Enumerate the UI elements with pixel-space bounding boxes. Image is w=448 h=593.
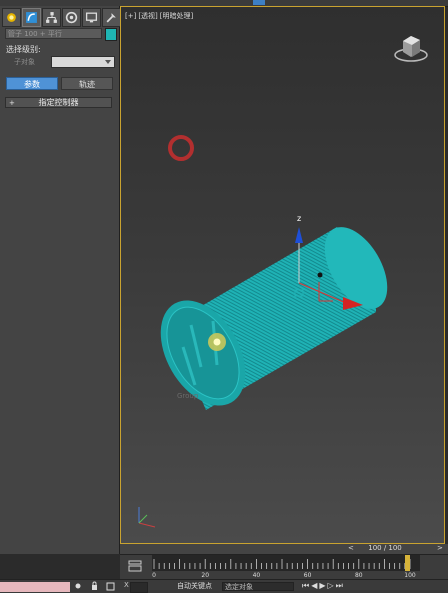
selection-level-label: 选择级别: bbox=[6, 45, 41, 54]
lock-icons bbox=[75, 581, 115, 591]
active-menu-highlight[interactable] bbox=[253, 0, 265, 5]
curve-editor-icon[interactable] bbox=[128, 559, 142, 573]
viewport-scene: z Group bbox=[138, 135, 400, 528]
trackbar-tick-label: 80 bbox=[355, 572, 363, 579]
maxscript-listener[interactable] bbox=[0, 582, 70, 592]
command-panel-tabs bbox=[2, 8, 121, 28]
display-icon bbox=[85, 12, 98, 23]
parameters-button[interactable]: 参数 bbox=[6, 77, 58, 90]
trackbar-tick-label: 20 bbox=[201, 572, 209, 579]
tube-mesh[interactable] bbox=[143, 217, 400, 421]
auto-key-button[interactable]: 自动关键点 bbox=[177, 581, 212, 591]
time-slider-range[interactable]: 100 / 100 bbox=[355, 544, 415, 553]
object-name-field[interactable]: 管子 100 + 平行 bbox=[5, 28, 102, 39]
trackbar-tick-label: 60 bbox=[304, 572, 312, 579]
utilities-icon bbox=[106, 13, 116, 23]
object-color-swatch[interactable] bbox=[105, 28, 117, 41]
object-name-row: 管子 100 + 平行 bbox=[5, 28, 117, 41]
modify-icon bbox=[26, 12, 37, 23]
motion-icon bbox=[65, 11, 78, 24]
trajectories-button[interactable]: 轨迹 bbox=[61, 77, 113, 90]
gizmo-z-label: z bbox=[297, 214, 301, 223]
hierarchy-tab[interactable] bbox=[42, 8, 61, 27]
hierarchy-icon bbox=[46, 12, 57, 23]
red-target-circle bbox=[168, 135, 194, 161]
command-panel: 管子 100 + 平行 选择级别: 子对象 参数 轨迹 + 指定控制器 bbox=[0, 6, 121, 554]
assign-controller-rollout[interactable]: + 指定控制器 bbox=[5, 97, 112, 108]
create-icon bbox=[7, 13, 16, 22]
time-slider-next[interactable]: > bbox=[437, 544, 443, 552]
trackbar-ticks: 0 20 40 60 80 100 bbox=[152, 555, 420, 579]
trackbar[interactable]: 0 20 40 60 80 100 bbox=[120, 554, 448, 579]
x-coordinate-field[interactable] bbox=[130, 582, 148, 593]
trackbar-tick-label: 0 bbox=[152, 572, 156, 579]
status-bar: X 自动关键点 选定对象 ⏮◀▶▷⏭ bbox=[0, 579, 448, 593]
axis-tripod bbox=[138, 507, 156, 528]
selection-dropdown[interactable]: 选定对象 bbox=[222, 582, 294, 591]
x-coordinate-label: X bbox=[124, 581, 129, 589]
chevron-down-icon bbox=[105, 60, 111, 64]
perspective-viewport[interactable]: [+] [透视] [明暗处理] z Group bbox=[120, 6, 445, 544]
sub-object-label: 子对象 bbox=[14, 58, 35, 66]
sub-object-dropdown[interactable] bbox=[51, 56, 115, 68]
create-tab[interactable] bbox=[2, 8, 21, 27]
time-slider-prev[interactable]: < bbox=[348, 544, 354, 552]
rollout-title: 指定控制器 bbox=[38, 98, 79, 107]
modify-tab[interactable] bbox=[22, 8, 41, 27]
display-tab[interactable] bbox=[82, 8, 101, 27]
playback-controls[interactable]: ⏮◀▶▷⏭ bbox=[302, 581, 345, 591]
motion-tab[interactable] bbox=[62, 8, 81, 27]
trackbar-tick-label: 40 bbox=[253, 572, 261, 579]
faint-object-label: Group bbox=[177, 392, 199, 400]
trackbar-tick-label: 100 bbox=[404, 572, 416, 579]
current-frame-marker bbox=[405, 555, 410, 571]
utilities-tab[interactable] bbox=[102, 8, 121, 27]
